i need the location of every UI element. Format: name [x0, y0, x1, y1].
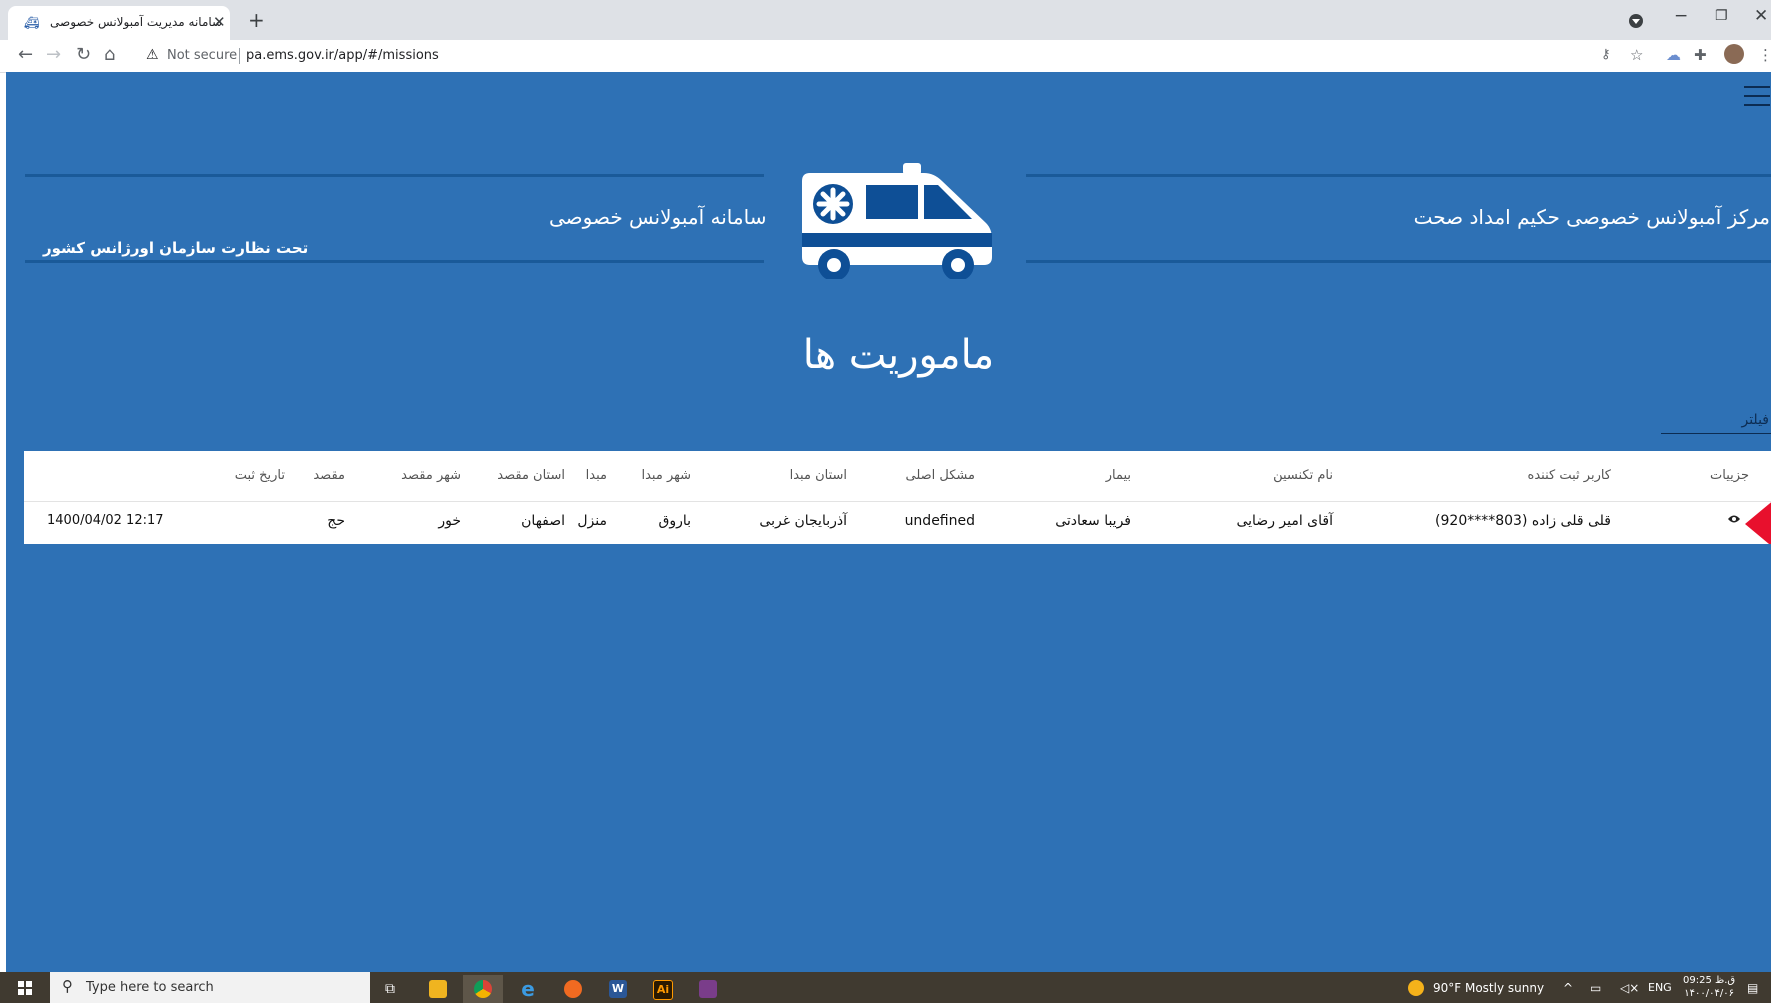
home-icon[interactable]: ⌂: [104, 44, 115, 65]
col-header-dest-city[interactable]: شهر مقصد: [401, 468, 461, 483]
address-bar[interactable]: ⚠ Not secure pa.ems.gov.ir/app/#/mission…: [134, 42, 1594, 70]
chrome-icon[interactable]: [463, 975, 503, 1003]
filter-input[interactable]: فیلتر: [1741, 412, 1769, 428]
col-header-patient[interactable]: بیمار: [1106, 468, 1131, 483]
tab-title: سامانه مدیریت آمبولانس خصوصی: [50, 15, 223, 29]
header-rule-left-top: [25, 174, 764, 177]
menu-hamburger-icon[interactable]: [1744, 86, 1770, 113]
illustrator-icon[interactable]: Ai: [643, 975, 683, 1003]
red-arrow-marker: [1745, 499, 1771, 544]
restore-icon[interactable]: ❐: [1715, 8, 1728, 24]
filter-underline: [1661, 433, 1771, 434]
word-icon[interactable]: W: [598, 975, 638, 1003]
ambulance-logo-icon: [802, 163, 992, 279]
app-page: مرکز آمبولانس خصوصی حکیم امداد صحت سامان…: [6, 72, 1771, 972]
edge-icon[interactable]: e: [508, 975, 548, 1003]
browser-menu-icon[interactable]: ⋮: [1758, 46, 1771, 64]
col-header-main-problem[interactable]: مشکل اصلی: [905, 468, 975, 483]
cell-reg-date: 1400/04/02 12:17: [47, 513, 164, 528]
cell-origin: منزل: [577, 513, 607, 529]
supervision-text: تحت نظارت سازمان اورژانس کشور: [43, 239, 309, 257]
volume-icon[interactable]: ◁×: [1620, 981, 1639, 995]
page-title: ماموریت ها: [802, 332, 995, 378]
close-tab-icon[interactable]: ✕: [213, 13, 226, 31]
windows-taskbar: ⚲ Type here to search ⧉ e W Ai 90°F Most…: [0, 972, 1771, 1003]
bookmark-star-icon[interactable]: ☆: [1630, 46, 1643, 64]
back-icon[interactable]: ←: [18, 44, 33, 65]
cell-technician: آقای امیر رضایی: [1236, 513, 1333, 529]
not-secure-label[interactable]: Not secure: [167, 48, 237, 63]
key-icon[interactable]: ⚷: [1601, 47, 1611, 62]
browser-toolbar: ← → ↻ ⌂ ⚠ Not secure pa.ems.gov.ir/app/#…: [0, 40, 1771, 73]
browser-tab[interactable]: 🚑︎ سامانه مدیریت آمبولانس خصوصی ✕: [8, 6, 230, 40]
system-name: سامانه آمبولانس خصوصی: [549, 205, 767, 229]
taskbar-clock[interactable]: 09:25 ق.ظ ۱۴۰۰/۰۴/۰۶: [1683, 974, 1735, 1000]
cell-main-problem: undefined: [904, 513, 975, 529]
task-view-icon[interactable]: ⧉: [370, 975, 410, 1003]
clock-time: 09:25 ق.ظ: [1683, 975, 1736, 986]
col-header-technician[interactable]: نام تکنسین: [1273, 468, 1333, 483]
forward-icon[interactable]: →: [46, 44, 61, 65]
windows-start-icon[interactable]: [18, 981, 32, 995]
profile-avatar[interactable]: [1724, 44, 1744, 64]
col-header-origin-province[interactable]: استان مبدا: [790, 468, 847, 483]
cell-registrar: قلی قلی زاده (803****920): [1435, 513, 1611, 529]
header-rule-right-bottom: [1026, 260, 1771, 263]
cell-destination: حج: [327, 513, 345, 529]
col-header-origin-city[interactable]: شهر مبدا: [641, 468, 691, 483]
col-header-reg-date[interactable]: تاریخ ثبت: [235, 468, 285, 483]
warning-icon[interactable]: ⚠: [146, 47, 159, 63]
eye-icon[interactable]: [1727, 514, 1741, 524]
notifications-icon[interactable]: ▤: [1747, 981, 1758, 995]
cell-dest-province: اصفهان: [521, 513, 565, 529]
language-indicator[interactable]: ENG: [1648, 981, 1672, 994]
header-rule-right-top: [1026, 174, 1771, 177]
col-header-destination[interactable]: مقصد: [313, 468, 345, 483]
center-name: مرکز آمبولانس خصوصی حکیم امداد صحت: [1413, 205, 1770, 229]
browser-tabstrip: 🚑︎ سامانه مدیریت آمبولانس خصوصی ✕ + − ❐ …: [0, 0, 1771, 40]
taskbar-search-placeholder[interactable]: Type here to search: [86, 980, 214, 995]
clock-date: ۱۴۰۰/۰۴/۰۶: [1684, 988, 1734, 999]
extensions-puzzle-icon[interactable]: ✚: [1694, 46, 1707, 64]
file-explorer-icon[interactable]: [418, 975, 458, 1003]
weather-text[interactable]: 90°F Mostly sunny: [1433, 981, 1544, 995]
minimize-icon[interactable]: −: [1674, 6, 1688, 26]
cell-origin-city: باروق: [658, 513, 691, 529]
extension-cloud-icon[interactable]: ☁: [1666, 46, 1681, 64]
new-tab-button[interactable]: +: [248, 8, 265, 32]
row-divider: [24, 501, 1771, 502]
url-text[interactable]: pa.ems.gov.ir/app/#/missions: [246, 48, 439, 63]
col-header-origin[interactable]: مبدا: [586, 468, 607, 483]
firefox-icon[interactable]: [553, 975, 593, 1003]
header-rule-left-bottom: [25, 260, 764, 263]
weather-icon[interactable]: [1408, 980, 1424, 996]
winrar-icon[interactable]: [688, 975, 728, 1003]
col-header-dest-province[interactable]: استان مقصد: [497, 468, 565, 483]
cell-dest-city: خور: [438, 513, 461, 529]
missions-table: جزییات کاربر ثبت کننده نام تکنسین بیمار …: [24, 451, 1771, 544]
cell-origin-province: آذربایجان غربی: [759, 513, 847, 529]
col-header-registrar[interactable]: کاربر ثبت کننده: [1528, 468, 1611, 483]
cell-patient: فریبا سعادتی: [1055, 513, 1131, 529]
col-header-details[interactable]: جزییات: [1710, 468, 1749, 483]
ambulance-icon: 🚑︎: [24, 16, 40, 30]
network-icon[interactable]: ▭: [1590, 981, 1601, 995]
search-icon: ⚲: [62, 977, 73, 995]
taskbar-search[interactable]: ⚲ Type here to search: [50, 972, 370, 1003]
tray-expand-icon[interactable]: ^: [1563, 981, 1573, 995]
close-window-icon[interactable]: ✕: [1754, 6, 1768, 26]
address-divider: [239, 48, 240, 64]
reload-icon[interactable]: ↻: [76, 44, 91, 65]
tab-search-icon[interactable]: [1629, 14, 1643, 28]
